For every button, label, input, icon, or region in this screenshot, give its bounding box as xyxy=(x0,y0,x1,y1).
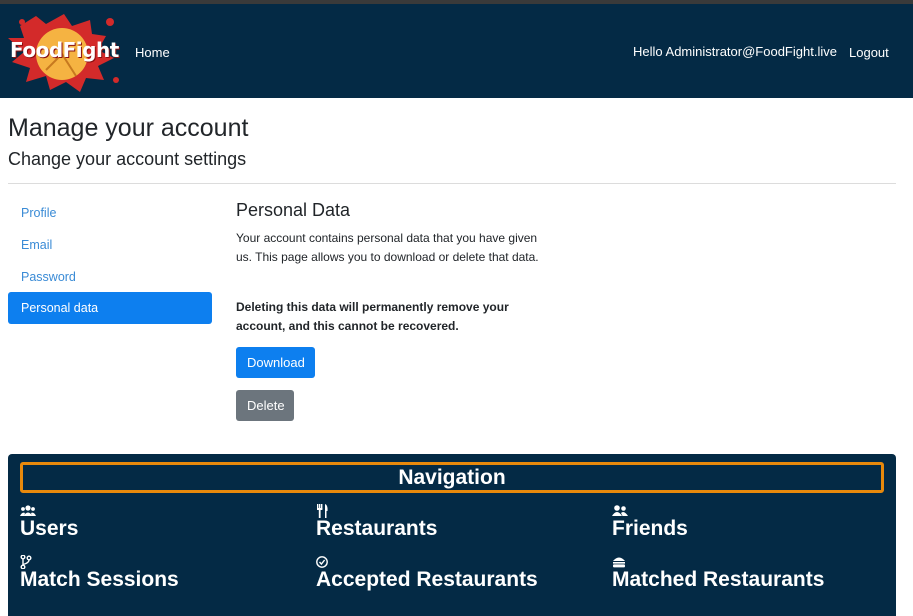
nav-logout-link[interactable]: Logout xyxy=(849,45,889,60)
nav-item-friends-label[interactable]: Friends xyxy=(612,517,688,541)
nav-item-matched-restaurants-label[interactable]: Matched Restaurants xyxy=(612,568,824,592)
navigation-header: Navigation xyxy=(20,462,884,493)
sidebar-item-password[interactable]: Password xyxy=(8,261,212,293)
personal-data-warning: Deleting this data will permanently remo… xyxy=(236,300,509,333)
divider xyxy=(8,183,896,184)
check-circle-icon xyxy=(316,556,328,568)
page-subtitle: Change your account settings xyxy=(8,149,247,169)
nav-item-accepted-restaurants-label[interactable]: Accepted Restaurants xyxy=(316,568,538,592)
nav-home-link[interactable]: Home xyxy=(135,45,170,60)
hamburger-icon xyxy=(613,557,625,568)
page-title: Manage your account xyxy=(8,114,249,142)
code-branch-icon xyxy=(20,555,32,569)
nav-user-greeting-link[interactable]: Hello Administrator@FoodFight.live xyxy=(633,44,837,59)
nav-item-restaurants-label[interactable]: Restaurants xyxy=(316,517,437,541)
users-icon xyxy=(20,505,36,516)
nav-item-match-sessions-label[interactable]: Match Sessions xyxy=(20,568,179,592)
navigation-panel: Navigation Users Restaurants Friends Mat… xyxy=(8,454,896,616)
download-button[interactable]: Download xyxy=(236,347,315,378)
delete-button[interactable]: Delete xyxy=(236,390,294,421)
personal-data-description: Your account contains personal data that… xyxy=(236,231,539,264)
brand-name: FoodFight xyxy=(10,38,119,62)
top-navbar: FoodFight Home Hello Administrator@FoodF… xyxy=(0,4,913,98)
utensils-icon xyxy=(317,504,328,518)
sidebar-item-personal-data[interactable]: Personal data xyxy=(8,292,212,324)
nav-item-users-label[interactable]: Users xyxy=(20,517,78,541)
sidebar-item-profile[interactable]: Profile xyxy=(8,197,212,229)
brand-logo[interactable]: FoodFight xyxy=(6,12,130,92)
user-friends-icon xyxy=(612,505,628,516)
sidebar-item-email[interactable]: Email xyxy=(8,229,212,261)
personal-data-title: Personal Data xyxy=(236,200,351,220)
